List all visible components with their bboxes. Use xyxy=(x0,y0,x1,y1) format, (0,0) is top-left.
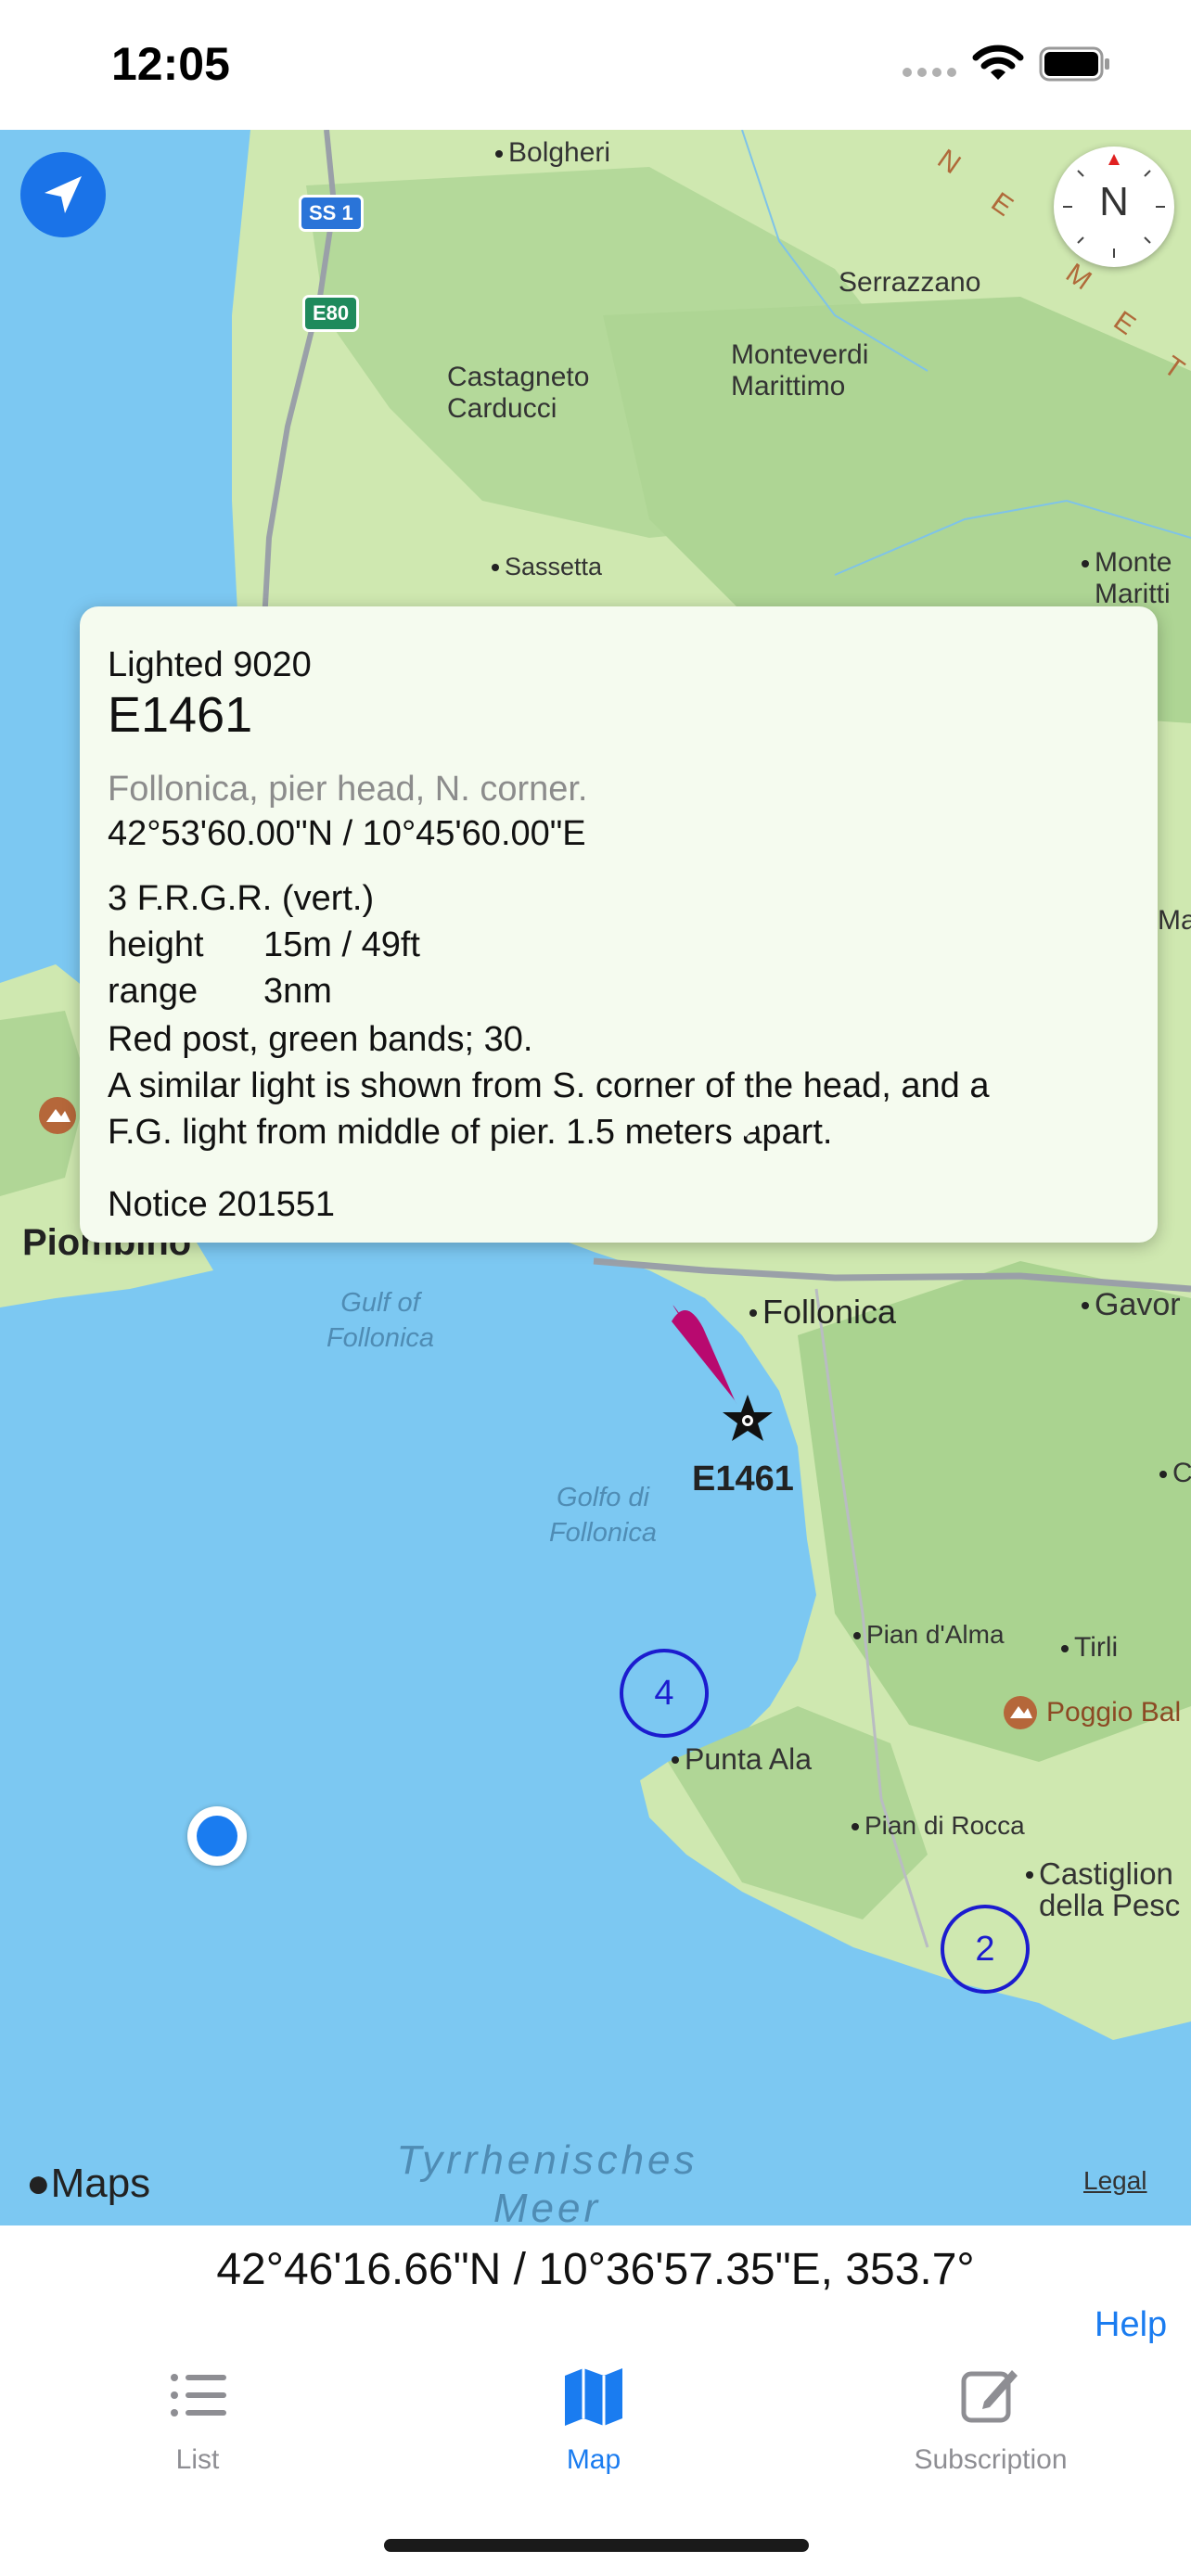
popup-structure: Red post, green bands; 30. xyxy=(108,1020,533,1059)
compass-north-label: N xyxy=(1099,179,1129,224)
map-view[interactable]: Bolgheri Serrazzano Castagneto Carducci … xyxy=(0,130,1191,2225)
place-label: Pian d'Alma xyxy=(853,1620,1005,1649)
place-label: Follonica xyxy=(749,1293,897,1331)
home-indicator xyxy=(384,2539,809,2552)
popup-id: E1461 xyxy=(108,687,253,743)
map-icon xyxy=(565,2368,622,2426)
tab-bar: List Map Subscription xyxy=(0,2352,1191,2537)
place-label: Monte Maritti xyxy=(1081,547,1172,609)
place-label: Serrazzano xyxy=(839,267,981,298)
popup-notice: Notice 201551 xyxy=(108,1185,336,1224)
tab-list[interactable]: List xyxy=(77,2352,318,2500)
place-label: Bolgheri xyxy=(494,137,611,168)
popup-remarks-1: A similar light is shown from S. corner … xyxy=(108,1066,990,1105)
cluster-marker[interactable]: 2 xyxy=(941,1905,1030,1994)
wifi-icon xyxy=(972,45,1024,80)
popup-height-row: height 15m / 49ft xyxy=(108,925,420,965)
tab-subscription[interactable]: Subscription xyxy=(870,2352,1111,2500)
tab-map[interactable]: Map xyxy=(473,2352,714,2500)
status-bar: 12:05 xyxy=(0,0,1191,130)
popup-coordinates: 42°53'60.00"N / 10°45'60.00"E xyxy=(108,814,586,853)
height-value: 15m / 49ft xyxy=(263,925,420,964)
popup-tail xyxy=(720,1111,772,1137)
place-label: Ma xyxy=(1158,905,1191,936)
range-value: 3nm xyxy=(263,972,332,1011)
place-label: Pian di Rocca xyxy=(852,1811,1025,1840)
tab-label: Map xyxy=(566,2444,621,2475)
place-label: Tirli xyxy=(1060,1632,1119,1663)
popup-type: Lighted 9020 xyxy=(108,645,312,684)
user-location-dot xyxy=(187,1806,247,1866)
place-label: Punta Ala xyxy=(672,1742,812,1776)
maps-attribution: ●Maps xyxy=(26,2161,150,2207)
popup-range-row: range 3nm xyxy=(108,972,332,1012)
place-label: Monteverdi Marittimo xyxy=(731,339,869,402)
tab-label: List xyxy=(175,2444,220,2475)
light-marker-label[interactable]: E1461 xyxy=(692,1460,794,1499)
place-label: C xyxy=(1159,1458,1191,1488)
range-label: range xyxy=(108,972,198,1011)
apple-logo-icon: ● xyxy=(26,2161,51,2206)
popup-characteristic: 3 F.R.G.R. (vert.) xyxy=(108,879,375,918)
light-info-popup[interactable]: Lighted 9020 E1461 Follonica, pier head,… xyxy=(80,606,1158,1243)
place-label: Gavor xyxy=(1082,1287,1181,1322)
locate-me-button[interactable] xyxy=(20,152,106,237)
water-label: Golfo di Follonica xyxy=(548,1483,658,1548)
cellular-signal-icon xyxy=(903,68,956,77)
tab-label: Subscription xyxy=(914,2444,1068,2475)
coordinates-readout: 42°46'16.66"N / 10°36'57.35"E, 353.7° xyxy=(216,2245,975,2294)
compass-button[interactable]: N xyxy=(1054,147,1174,267)
compose-icon xyxy=(961,2370,1018,2423)
place-label: Poggio Bal xyxy=(1046,1697,1182,1728)
water-label: Gulf of Follonica xyxy=(326,1288,435,1353)
status-time: 12:05 xyxy=(111,38,230,90)
place-label: Castagneto Carducci xyxy=(447,362,590,424)
water-label: Tyrrhenisches Meer xyxy=(396,2137,698,2225)
location-arrow-icon xyxy=(45,176,82,213)
road-shield: SS 1 xyxy=(299,195,364,232)
help-link[interactable]: Help xyxy=(1095,2305,1167,2345)
battery-icon xyxy=(1039,46,1109,82)
place-label: Sassetta xyxy=(491,553,603,580)
legal-link[interactable]: Legal xyxy=(1083,2166,1147,2196)
maps-attribution-text: Maps xyxy=(50,2161,151,2206)
popup-location: Follonica, pier head, N. corner. xyxy=(108,770,588,809)
height-label: height xyxy=(108,925,204,964)
cluster-marker[interactable]: 4 xyxy=(620,1649,709,1738)
road-shield: E80 xyxy=(302,295,360,332)
list-icon xyxy=(171,2374,226,2417)
place-label: Castiglion della Pesc xyxy=(1025,1856,1181,1922)
